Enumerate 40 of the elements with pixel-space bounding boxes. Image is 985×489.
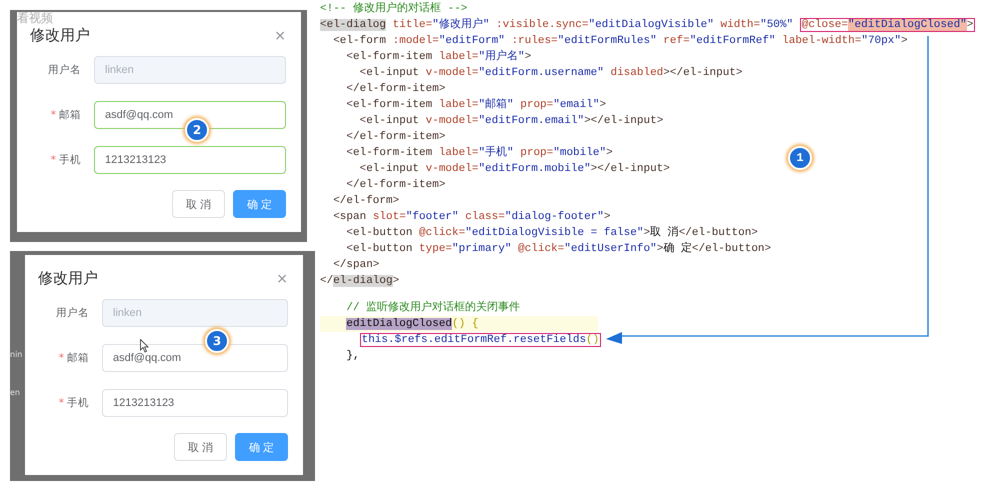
code-line: </el-form-item> (345, 82, 446, 97)
code-line: <el-input v-model="editForm.mobile"></el-input> (358, 162, 670, 177)
code-line: </el-form> (332, 194, 400, 209)
code-line: <el-button @click="editDialogVisible = false">取 消</el-button> (345, 225, 758, 241)
background-text: nin (10, 350, 22, 359)
step-badge: 3 (205, 329, 229, 353)
code-line: </el-dialog> (320, 274, 400, 289)
step-badge: 1 (788, 146, 812, 170)
code-line: <el-form :model="editForm" :rules="editFormRules" ref="editFormRef" label-width="70px"> (332, 34, 908, 49)
background-text: en (10, 388, 20, 397)
dialog-title: 修改用户 (38, 269, 98, 288)
code-line: <el-input v-model="editForm.email"></el-input> (358, 114, 664, 129)
close-button[interactable]: × (274, 28, 286, 44)
field-label: * 手机 (58, 396, 89, 410)
input-field[interactable]: asdf@qq.com (102, 344, 288, 372)
dialog-title: 修改用户 (30, 26, 90, 45)
code-line: }, (345, 349, 360, 364)
code-line: </el-form-item> (345, 130, 446, 145)
code-line: </span> (332, 258, 380, 273)
field-label: 用户名 (47, 63, 81, 77)
code-line: <el-button type="primary" @click="editUserInfo">确 定</el-button> (345, 241, 772, 257)
cancel-button[interactable]: 取 消 (172, 190, 225, 218)
code-line: <span slot="footer" class="dialog-footer"> (332, 210, 610, 225)
input-field[interactable]: 1213213123 (94, 146, 286, 174)
code-line: <el-form-item label="用户名"> (345, 49, 532, 65)
code-line: <el-form-item label="邮箱" prop="email"> (345, 97, 606, 113)
code-line: </el-form-item> (345, 178, 446, 193)
field-label: * 邮箱 (50, 108, 81, 122)
close-button[interactable]: × (276, 270, 288, 286)
code-line: <el-dialog title="修改用户" :visible.sync="editDialogVisible" width="50%" @close="editDialogClosed"> (320, 17, 976, 33)
input-field[interactable]: 1213213123 (102, 389, 288, 417)
field-label: * 邮箱 (58, 351, 89, 365)
background-text: 看视频 (17, 10, 53, 27)
step-badge: 2 (185, 118, 209, 142)
field-label: 用户名 (55, 306, 89, 320)
cancel-button[interactable]: 取 消 (174, 433, 227, 461)
field-label: * 手机 (50, 153, 81, 167)
code-line: <el-form-item label="手机" prop="mobile"> (345, 145, 613, 161)
code-line: <el-input v-model="editForm.username" disabled></el-input> (358, 66, 743, 81)
code-comment: <!-- 修改用户的对话框 --> (320, 1, 468, 17)
